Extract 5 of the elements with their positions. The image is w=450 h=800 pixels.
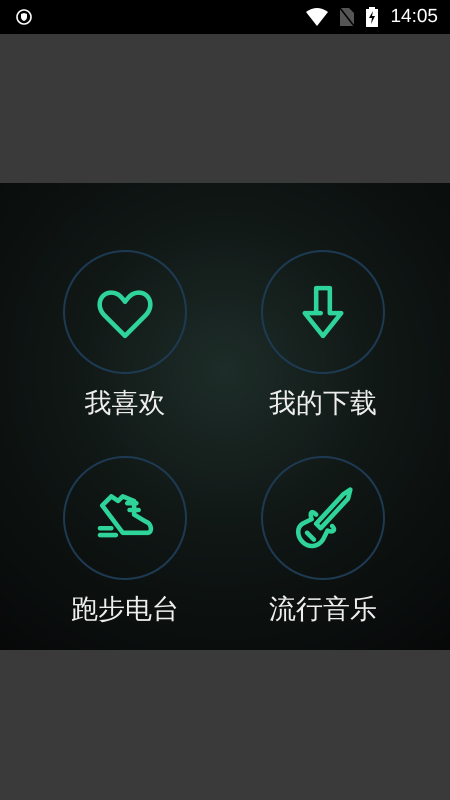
menu-label[interactable]: 我的下载 bbox=[269, 388, 377, 420]
menu-label[interactable]: 跑步电台 bbox=[71, 594, 179, 626]
menu-label[interactable]: 我喜欢 bbox=[84, 388, 166, 420]
menu-label[interactable]: 流行音乐 bbox=[269, 594, 377, 626]
clock: 14:05 bbox=[390, 6, 438, 28]
